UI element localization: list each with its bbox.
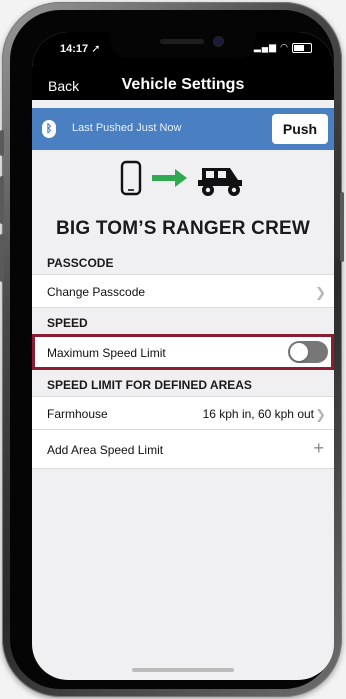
chevron-right-icon: ❯ [315,285,326,300]
phone-icon [120,160,142,196]
utv-icon [198,168,242,196]
location-arrow-icon: ➚ [91,43,101,55]
maximum-speed-limit-row: Maximum Speed Limit [32,334,334,370]
volume-up-button [0,176,4,224]
areas-header-text: SPEED LIMIT FOR DEFINED AREAS [47,378,252,392]
nav-bar: Back Vehicle Settings [32,70,334,100]
speaker [160,39,204,44]
front-camera [214,37,223,46]
push-bar: ᛒ Last Pushed Just Now Push [32,108,334,150]
plus-icon: + [313,438,324,458]
speed-header-text: SPEED [47,316,88,330]
change-passcode-label: Change Passcode [47,285,146,299]
section-header-areas: SPEED LIMIT FOR DEFINED AREAS [32,372,334,396]
notch [110,32,256,58]
push-button[interactable]: Push [272,114,328,144]
change-passcode-row[interactable]: Change Passcode ❯ [32,274,334,308]
crew-name: BIG TOM’S RANGER CREW [55,218,311,239]
toggle-knob [290,343,308,361]
phone-screen: 14:17 ➚ ▂▄▆ ◠ Back Vehicle Settings ᛒ La [32,32,334,680]
add-area-speed-limit-label: Add Area Speed Limit [47,443,164,457]
passcode-header-text: PASSCODE [47,256,114,270]
page-title: Vehicle Settings [121,76,245,93]
add-area-speed-limit-row[interactable]: Add Area Speed Limit + [32,429,334,469]
top-bar: 14:17 ➚ ▂▄▆ ◠ Back Vehicle Settings [32,32,334,100]
chevron-right-icon: ❯ [315,407,326,422]
section-header-passcode: PASSCODE [32,250,334,274]
section-header-speed: SPEED [32,310,334,334]
status-icons: ▂▄▆ ◠ [254,42,312,53]
maximum-speed-limit-label: Maximum Speed Limit [47,346,166,360]
area-row-farmhouse[interactable]: Farmhouse 16 kph in, 60 kph out ❯ [32,396,334,430]
bluetooth-icon: ᛒ [42,120,56,138]
right-arrow-icon [152,169,187,187]
signal-icon: ▂▄▆ [253,42,278,52]
battery-icon [292,42,312,53]
hero-banner: BIG TOM’S RANGER CREW [32,150,334,250]
hero-graphic [120,160,242,196]
wifi-icon: ◠ [280,42,289,52]
phone-bezel: 14:17 ➚ ▂▄▆ ◠ Back Vehicle Settings ᛒ La [10,10,334,689]
mute-switch [0,130,4,156]
maximum-speed-limit-toggle[interactable] [288,341,328,363]
side-button [340,192,344,262]
area-name: Farmhouse [47,407,108,421]
phone-frame: 14:17 ➚ ▂▄▆ ◠ Back Vehicle Settings ᛒ La [0,2,344,697]
home-indicator [132,668,234,672]
status-time: 14:17 ➚ [60,42,100,55]
area-speed-value: 16 kph in, 60 kph out [202,407,314,421]
status-time-text: 14:17 [60,43,89,55]
push-status-message: Last Pushed Just Now [72,122,182,134]
volume-down-button [0,234,4,282]
